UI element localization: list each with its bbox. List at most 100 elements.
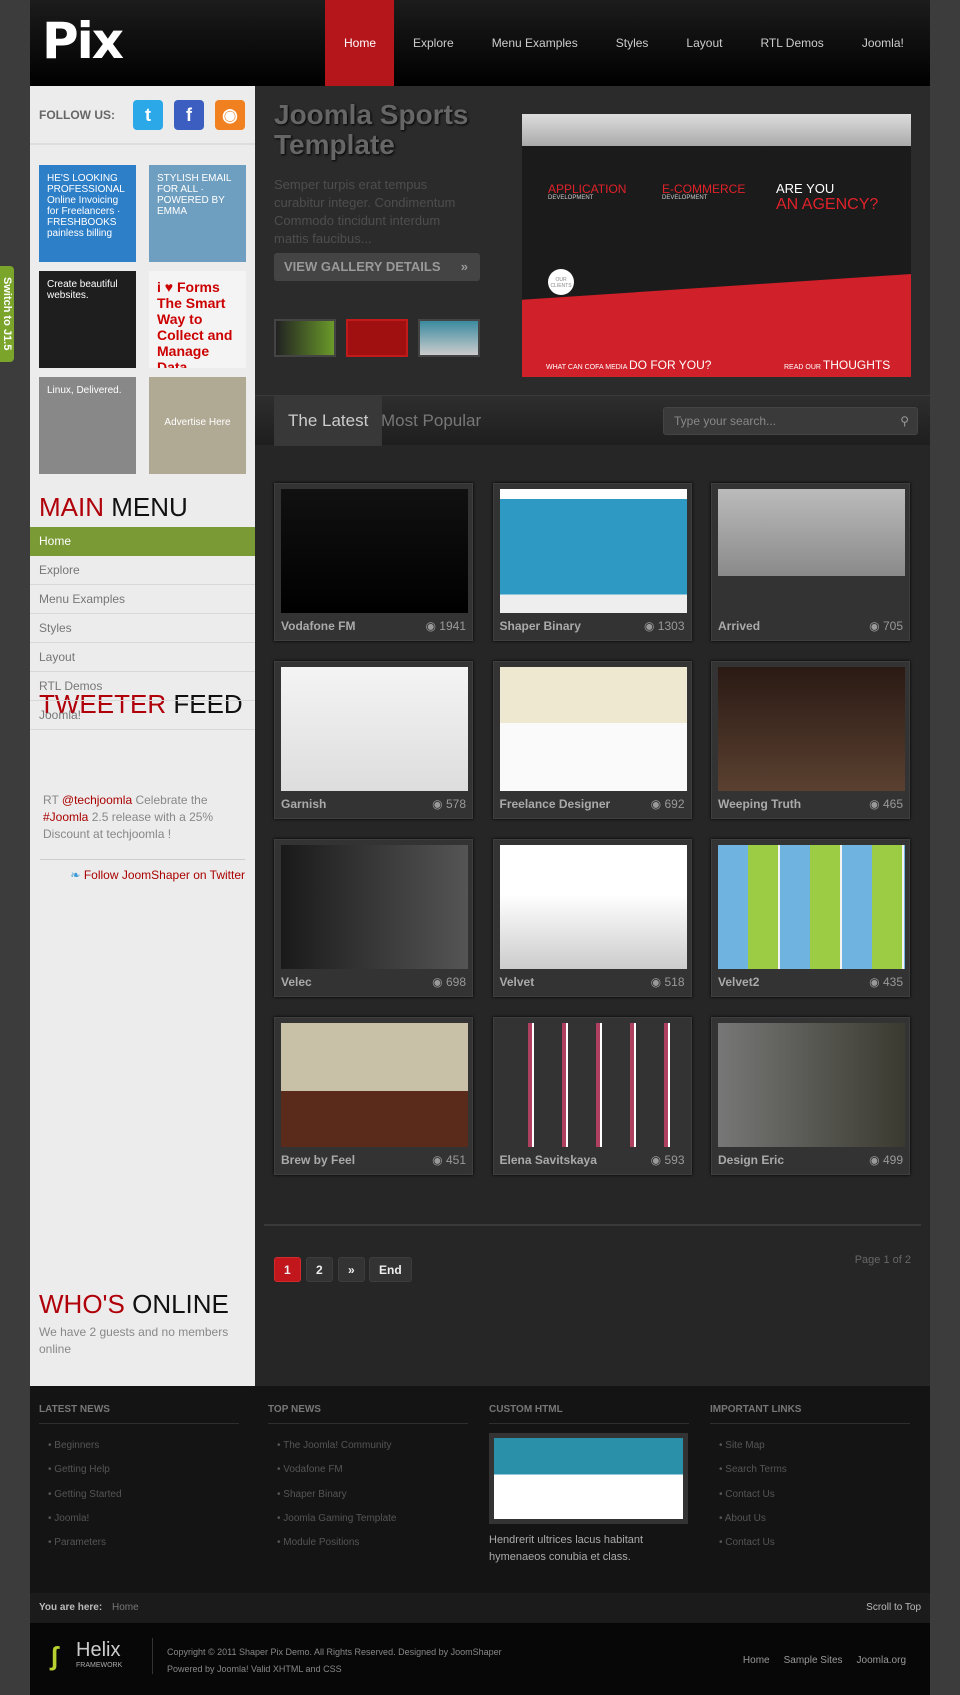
gallery-thumbnail[interactable]: [281, 489, 468, 613]
sidebar-menu-item[interactable]: Joomla!: [30, 701, 255, 730]
sidebar-menu-item[interactable]: Styles: [30, 614, 255, 643]
nav-rtl-demos[interactable]: RTL Demos: [741, 0, 842, 86]
footer-link[interactable]: • The Joomla! Community: [268, 1440, 391, 1451]
footer-link[interactable]: • Beginners: [39, 1440, 99, 1451]
sidebar-menu-item[interactable]: RTL Demos: [30, 672, 255, 701]
sidebar-menu-item[interactable]: Home: [30, 527, 255, 556]
footer-link[interactable]: • Getting Started: [39, 1489, 122, 1500]
footer-link[interactable]: • About Us: [710, 1513, 766, 1524]
shot-text: APPLICATION: [548, 182, 627, 196]
sidebar-menu-item[interactable]: Menu Examples: [30, 585, 255, 614]
footer-column-title: LATEST NEWS: [39, 1404, 239, 1424]
ad-banner[interactable]: Advertise Here: [149, 377, 246, 474]
gallery-card[interactable]: Velvet ◉ 518: [492, 839, 692, 997]
gallery-thumbnail[interactable]: [499, 845, 687, 969]
slide-thumb-active[interactable]: [346, 319, 408, 357]
switch-version-tab[interactable]: Switch to J1.5: [0, 266, 14, 362]
search-icon[interactable]: ⚲: [900, 408, 909, 434]
gallery-card[interactable]: Garnish ◉ 578: [274, 661, 473, 819]
footer-link[interactable]: • Vodafone FM: [268, 1464, 343, 1475]
gallery-thumbnail[interactable]: [499, 489, 687, 613]
gallery-thumbnail[interactable]: [281, 845, 468, 969]
rss-icon[interactable]: ◉: [215, 100, 245, 130]
pagination-button[interactable]: 2: [306, 1257, 333, 1282]
ad-banner[interactable]: i ♥ Forms The Smart Way to Collect and M…: [149, 271, 246, 368]
scroll-to-top[interactable]: Scroll to Top: [866, 1593, 921, 1623]
slide-title: Joomla Sports Template: [274, 99, 469, 160]
view-gallery-button[interactable]: VIEW GALLERY DETAILS »: [274, 253, 480, 281]
follow-twitter-link[interactable]: ❧ Follow JoomShaper on Twitter: [40, 859, 245, 882]
gallery-card[interactable]: Shaper Binary ◉ 1303: [492, 483, 692, 641]
view-count-value: 451: [445, 1153, 466, 1167]
view-count-value: 1941: [439, 619, 466, 633]
gallery-thumbnail[interactable]: [718, 489, 905, 613]
gallery-card[interactable]: Velec ◉ 698: [274, 839, 473, 997]
gallery-card[interactable]: Weeping Truth ◉ 465: [711, 661, 910, 819]
search-input[interactable]: Type your search... ⚲: [663, 407, 918, 435]
nav-explore[interactable]: Explore: [394, 0, 473, 86]
ad-banner[interactable]: Linux, Delivered.: [39, 377, 136, 474]
gallery-card[interactable]: Vodafone FM ◉ 1941: [274, 483, 473, 641]
shot-text: READ OUR THOUGHTS: [784, 358, 890, 372]
footer-link[interactable]: • Module Positions: [268, 1537, 359, 1548]
eye-icon: ◉: [869, 797, 883, 811]
gallery-thumbnail[interactable]: [718, 845, 905, 969]
footer-link-joomla-org[interactable]: Joomla.org: [857, 1655, 906, 1666]
footer-link[interactable]: • Getting Help: [39, 1464, 110, 1475]
nav-layout[interactable]: Layout: [667, 0, 741, 86]
slide-thumb[interactable]: [418, 319, 480, 357]
sidebar-menu-item[interactable]: Layout: [30, 643, 255, 672]
sidebar-menu-item[interactable]: Explore: [30, 556, 255, 585]
gallery-thumbnail[interactable]: [499, 1023, 687, 1147]
slide-thumb[interactable]: [274, 319, 336, 357]
gallery-thumbnail[interactable]: [281, 667, 468, 791]
breadcrumb-label: You are here:: [39, 1602, 103, 1613]
gallery-thumbnail[interactable]: [718, 667, 905, 791]
pagination-button[interactable]: End: [369, 1257, 412, 1282]
footer-link-home[interactable]: Home: [743, 1655, 770, 1666]
nav-styles[interactable]: Styles: [597, 0, 668, 86]
footer-link[interactable]: • Site Map: [710, 1440, 765, 1451]
facebook-icon[interactable]: f: [174, 100, 204, 130]
logo[interactable]: Pix: [42, 12, 124, 70]
ad-banner[interactable]: Create beautiful websites.: [39, 271, 136, 368]
footer-link-sample-sites[interactable]: Sample Sites: [784, 1655, 843, 1666]
footer-link[interactable]: • Joomla!: [39, 1513, 89, 1524]
shot-text: READ OUR: [784, 364, 821, 371]
nav-home[interactable]: Home: [325, 0, 394, 86]
ad-banner[interactable]: HE'S LOOKING PROFESSIONAL Online Invoici…: [39, 165, 136, 262]
footer-link[interactable]: • Parameters: [39, 1537, 106, 1548]
tweet-handle[interactable]: @techjoomla: [62, 793, 132, 807]
slide-description: Semper turpis erat tempus curabitur inte…: [274, 177, 456, 246]
breadcrumb-home[interactable]: Home: [112, 1593, 139, 1623]
twitter-icon[interactable]: t: [133, 100, 163, 130]
pagination-button[interactable]: »: [338, 1257, 365, 1282]
tweet-hashtag[interactable]: #Joomla: [43, 810, 88, 824]
tab-most-popular[interactable]: Most Popular: [367, 396, 495, 446]
pagination-button[interactable]: 1: [274, 1257, 301, 1282]
footer-link[interactable]: • Search Terms: [710, 1464, 787, 1475]
gallery-thumbnail[interactable]: [718, 1023, 905, 1147]
footer-link[interactable]: • Contact Us: [710, 1537, 775, 1548]
gallery-card[interactable]: Velvet2 ◉ 435: [711, 839, 910, 997]
whos-online-text: We have 2 guests and no members online: [39, 1325, 229, 1356]
gallery-card[interactable]: Design Eric ◉ 499: [711, 1017, 910, 1175]
eye-icon: ◉: [432, 975, 446, 989]
gallery-card[interactable]: Arrived ◉ 705: [711, 483, 910, 641]
eye-icon: ◉: [432, 797, 446, 811]
gallery-card[interactable]: Freelance Designer ◉ 692: [492, 661, 692, 819]
heading-dark: MENU: [111, 492, 188, 522]
gallery-thumbnail[interactable]: [281, 1023, 468, 1147]
whos-online-heading: WHO'S ONLINE: [39, 1289, 229, 1320]
gallery-card[interactable]: Brew by Feel ◉ 451: [274, 1017, 473, 1175]
view-count-value: 578: [445, 797, 466, 811]
footer-link[interactable]: • Joomla Gaming Template: [268, 1513, 396, 1524]
nav-joomla[interactable]: Joomla!: [843, 0, 923, 86]
gallery-card[interactable]: Elena Savitskaya ◉ 593: [492, 1017, 692, 1175]
copyright: Copyright © 2011 Shaper Pix Demo. All Ri…: [167, 1647, 502, 1657]
gallery-thumbnail[interactable]: [499, 667, 687, 791]
nav-menu-examples[interactable]: Menu Examples: [473, 0, 597, 86]
footer-link[interactable]: • Shaper Binary: [268, 1489, 347, 1500]
footer-link[interactable]: • Contact Us: [710, 1489, 775, 1500]
ad-banner[interactable]: STYLISH EMAIL FOR ALL · POWERED BY EMMA: [149, 165, 246, 262]
